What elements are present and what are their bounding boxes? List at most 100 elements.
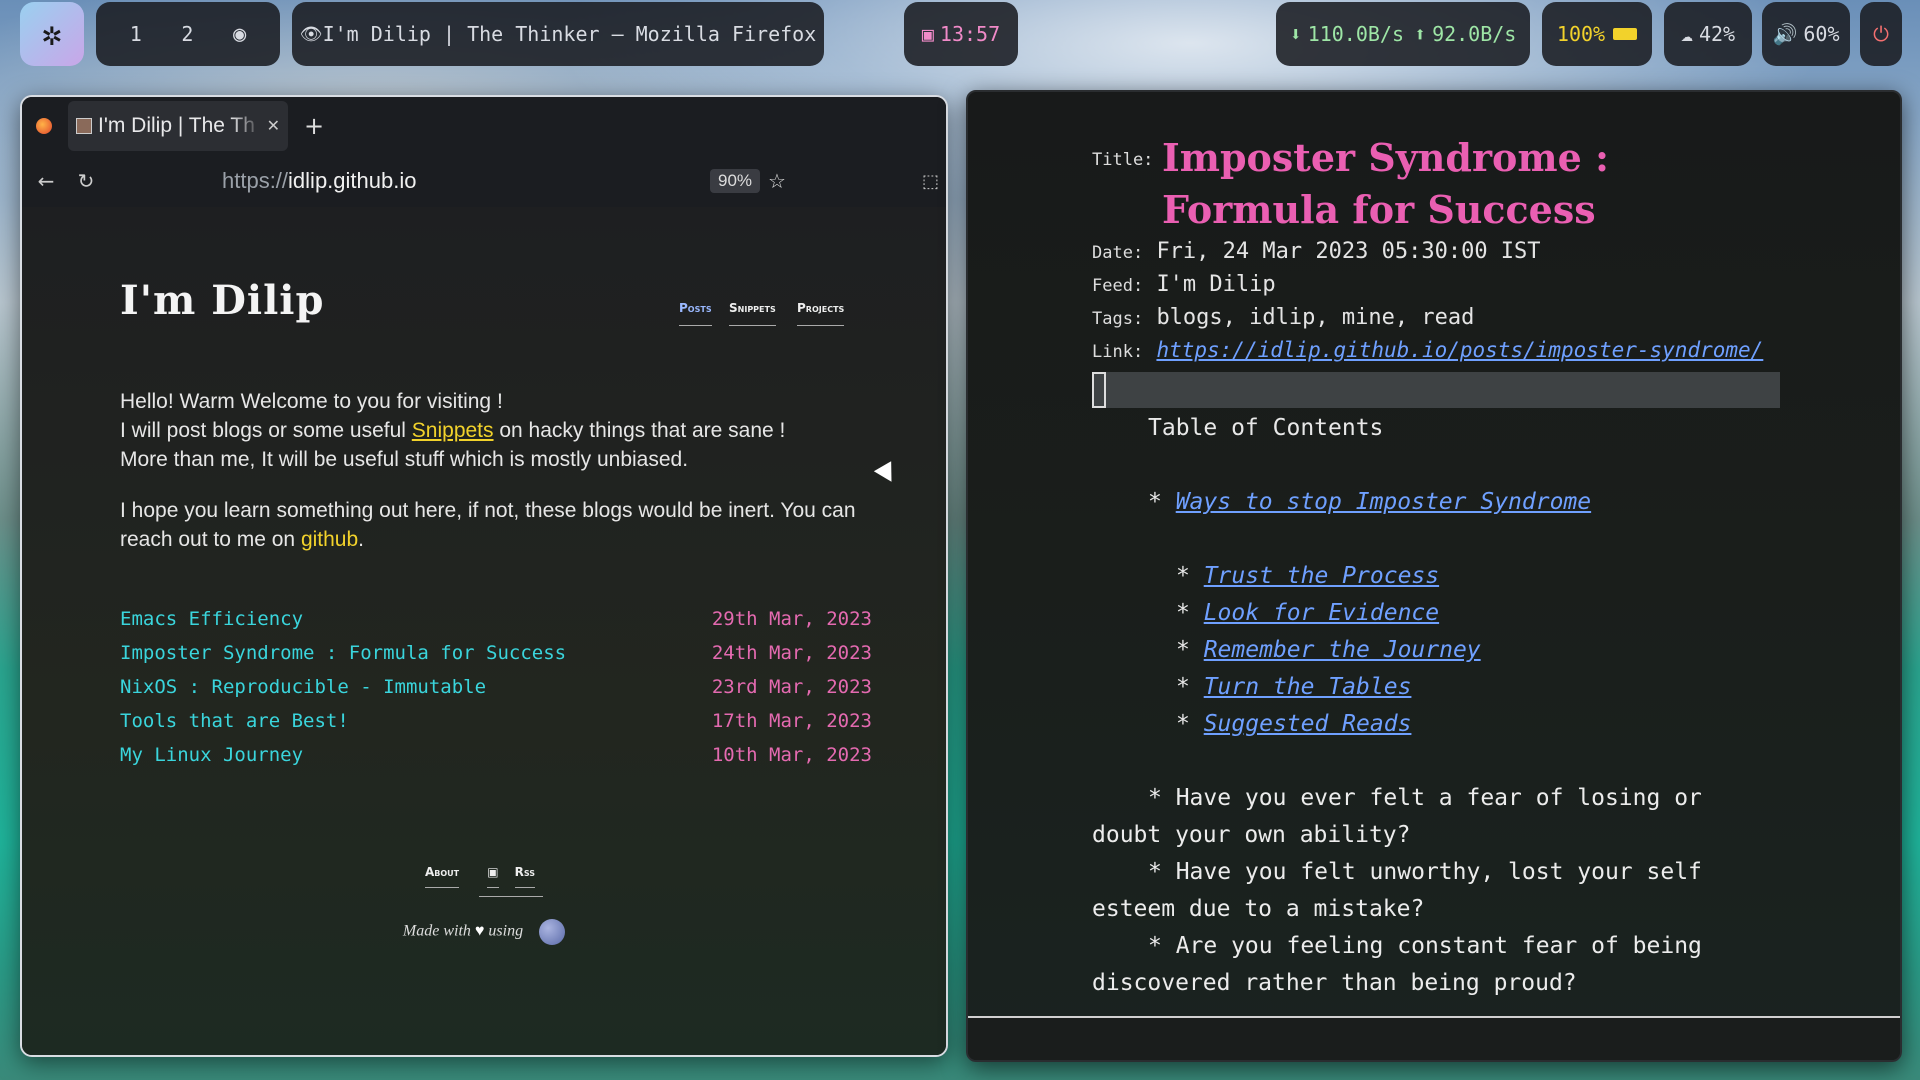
rss-link[interactable]: ▣ Rss: [479, 865, 544, 897]
battery-icon: [1613, 28, 1638, 40]
made-using-text: using: [484, 922, 524, 940]
window-title: I'm Dilip | The Thinker — Mozilla Firefo…: [322, 22, 817, 46]
intro-para-2: I hope you learn something out here, if …: [120, 499, 856, 551]
article-view: Title: Imposter Syndrome : Formula for S…: [1092, 132, 1792, 1002]
toc-link[interactable]: Suggested Reads: [1204, 711, 1412, 737]
selection-line: [1092, 372, 1780, 408]
post-title[interactable]: Tools that are Best!: [120, 710, 349, 732]
intro-line-3: More than me, It will be useful stuff wh…: [120, 448, 689, 471]
bullet-line: doubt your own ability?: [1092, 822, 1411, 848]
battery-level: 100%: [1556, 22, 1606, 46]
bullet-line: discovered rather than being proud?: [1092, 970, 1577, 996]
intro-line-2b: on hacky things that are sane !: [493, 419, 786, 442]
article-tags: blogs, idlip, mine, read: [1156, 305, 1475, 330]
nav-snippets[interactable]: Snippets: [729, 301, 776, 326]
net-up: 92.0B/s: [1432, 22, 1517, 46]
toc-link[interactable]: Remember the Journey: [1204, 637, 1481, 663]
nav-posts[interactable]: Posts: [679, 301, 712, 326]
intro-line-1: Hello! Warm Welcome to you for visiting …: [120, 390, 503, 413]
article-link[interactable]: https://idlip.github.io/posts/imposter-s…: [1156, 338, 1763, 362]
mode-line: [968, 1016, 1900, 1060]
nav-bar: ← ↻ https://idlip.github.io 90% ☆ ⬚: [22, 155, 946, 207]
bullet-line: * Have you ever felt a fear of losing or: [1148, 785, 1702, 811]
toc-item: * Ways to stop Imposter Syndrome: [1148, 489, 1592, 515]
github-link[interactable]: github: [301, 528, 358, 551]
emacs-logo-icon[interactable]: [539, 919, 566, 945]
post-row[interactable]: Tools that are Best! 17th Mar, 2023: [120, 704, 872, 738]
site-title[interactable]: I'm Dilip: [120, 277, 324, 324]
network-pill[interactable]: ⬇ 110.0B/s ⬆ 92.0B/s: [1276, 2, 1530, 66]
post-date: 24th Mar, 2023: [711, 642, 872, 664]
web-page: I'm Dilip Posts Snippets Projects Hello!…: [22, 207, 946, 1055]
record-icon[interactable]: ◉: [233, 22, 246, 47]
toc-link[interactable]: Ways to stop Imposter Syndrome: [1176, 489, 1591, 515]
window-title-pill: 👁 I'm Dilip | The Thinker — Mozilla Fire…: [292, 2, 824, 66]
net-down: 110.0B/s: [1307, 22, 1405, 46]
tab-label: I'm Dilip | The Th: [98, 114, 255, 137]
brightness-pill[interactable]: ☁ 42%: [1664, 2, 1752, 66]
url-protocol: https://: [222, 168, 289, 193]
favicon-icon: [76, 118, 92, 134]
firefox-window: I'm Dilip | The Th ✕ + ← ↻ https://idlip…: [20, 95, 948, 1057]
close-tab-icon[interactable]: ✕: [267, 116, 280, 136]
mouse-cursor-icon: [873, 461, 901, 487]
power-icon: ⏻: [1873, 22, 1889, 46]
download-icon: ⬇: [1289, 22, 1302, 46]
workspace-1[interactable]: 1: [130, 22, 142, 46]
reader-window: Title: Imposter Syndrome : Formula for S…: [966, 90, 1902, 1062]
article-date: Fri, 24 Mar 2023 05:30:00 IST: [1156, 239, 1541, 264]
rss-icon: ▣: [487, 865, 499, 888]
upload-icon: ⬆: [1414, 22, 1427, 46]
link-label: Link:: [1092, 342, 1144, 362]
launcher-button[interactable]: ✲: [20, 2, 84, 66]
toc-link[interactable]: Turn the Tables: [1204, 674, 1412, 700]
workspace-2[interactable]: 2: [181, 22, 193, 46]
snippets-link[interactable]: Snippets: [412, 419, 494, 442]
zoom-indicator[interactable]: 90%: [710, 169, 761, 193]
post-row[interactable]: Imposter Syndrome : Formula for Success 2…: [120, 636, 872, 670]
post-date: 17th Mar, 2023: [711, 710, 872, 732]
post-list: Emacs Efficiency 29th Mar, 2023 Imposter …: [120, 602, 872, 772]
brightness-level: 42%: [1698, 22, 1736, 46]
firefox-icon[interactable]: [36, 118, 52, 134]
about-link[interactable]: About: [424, 865, 460, 888]
back-icon[interactable]: ←: [26, 169, 66, 193]
made-with: Made with ♥ using: [22, 919, 946, 945]
active-tab[interactable]: I'm Dilip | The Th ✕: [68, 101, 288, 151]
battery-pill[interactable]: 100%: [1542, 2, 1652, 66]
toc-link[interactable]: Look for Evidence: [1204, 600, 1439, 626]
workspaces: 1 2 ◉: [96, 2, 280, 66]
bullet-line: * Have you felt unworthy, lost your self: [1148, 859, 1702, 885]
reload-icon[interactable]: ↻: [66, 169, 106, 193]
intro-line-2a: I will post blogs or some useful: [120, 419, 412, 442]
calendar-icon: ▣: [921, 22, 934, 46]
volume-pill[interactable]: 🔊 60%: [1762, 2, 1850, 66]
nav-projects[interactable]: Projects: [797, 301, 845, 326]
new-tab-button[interactable]: +: [304, 112, 324, 140]
post-title[interactable]: NixOS : Reproducible - Immutable: [120, 676, 486, 698]
post-title[interactable]: My Linux Journey: [120, 744, 303, 766]
post-row[interactable]: NixOS : Reproducible - Immutable 23rd Mar…: [120, 670, 872, 704]
snowflake-icon: ✲: [41, 14, 63, 54]
toc-item: * Turn the Tables: [1176, 674, 1412, 700]
date-label: Date:: [1092, 243, 1144, 263]
toc-link[interactable]: Trust the Process: [1204, 563, 1439, 589]
article-body: * Have you ever felt a fear of losing or…: [1092, 780, 1792, 1002]
bullet-line: esteem due to a mistake?: [1092, 896, 1425, 922]
bookmark-star-icon[interactable]: ☆: [768, 169, 786, 193]
rss-label: Rss: [514, 865, 536, 888]
intro-period: .: [358, 528, 365, 551]
post-title[interactable]: Imposter Syndrome : Formula for Success: [120, 642, 566, 664]
post-row[interactable]: My Linux Journey 10th Mar, 2023: [120, 738, 872, 772]
article-title: Imposter Syndrome : Formula for Success: [1162, 135, 1610, 232]
post-date: 29th Mar, 2023: [711, 608, 872, 630]
clock-pill[interactable]: ▣ 13:57: [904, 2, 1018, 66]
extensions-icon[interactable]: ⬚: [922, 171, 939, 192]
url-bar[interactable]: https://idlip.github.io: [222, 168, 416, 194]
tab-strip: I'm Dilip | The Th ✕ +: [22, 97, 946, 155]
eye-icon: 👁: [299, 23, 323, 45]
power-button[interactable]: ⏻: [1860, 2, 1902, 66]
post-title[interactable]: Emacs Efficiency: [120, 608, 303, 630]
speaker-icon: 🔊: [1772, 22, 1798, 46]
post-row[interactable]: Emacs Efficiency 29th Mar, 2023: [120, 602, 872, 636]
